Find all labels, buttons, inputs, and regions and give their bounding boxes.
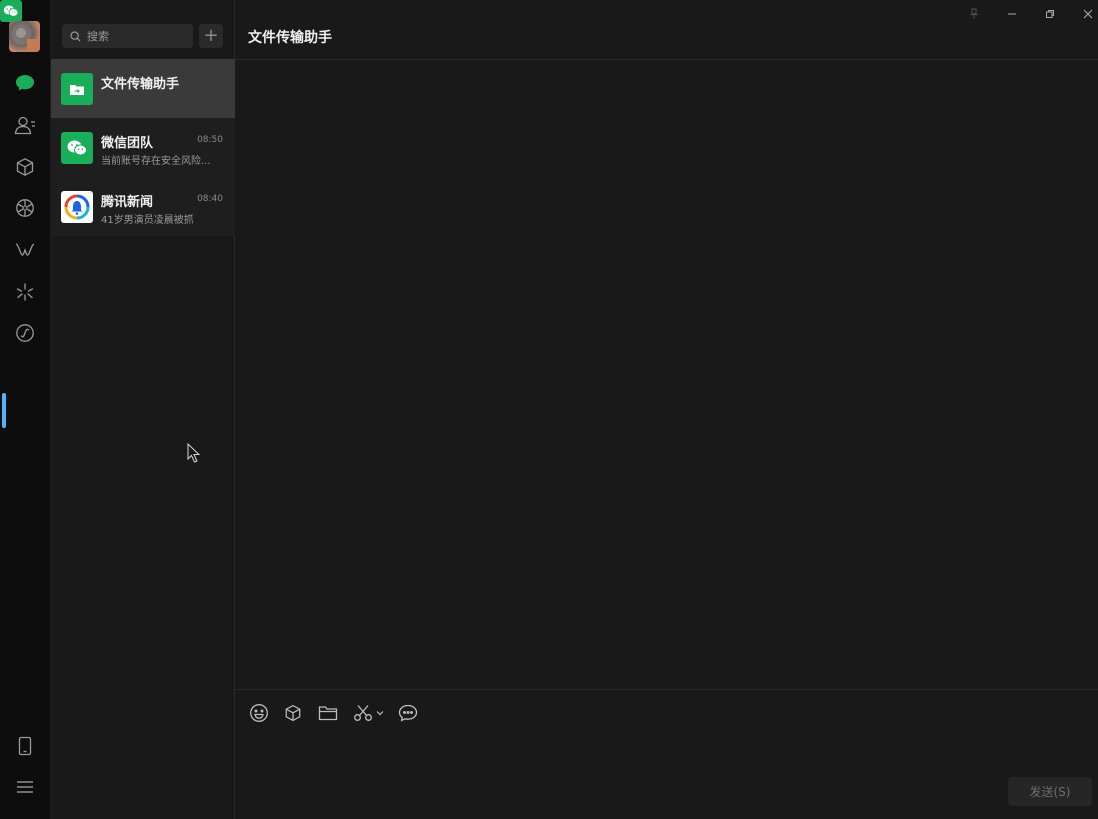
nav-rail xyxy=(0,0,51,819)
conversation-header: 文件传输助手 xyxy=(235,0,1098,60)
minimize-icon[interactable] xyxy=(1002,6,1022,22)
moments-icon[interactable] xyxy=(9,192,41,224)
message-area xyxy=(235,60,1098,689)
send-button[interactable]: 发送(S) xyxy=(1008,777,1092,806)
wechat-icon xyxy=(61,132,93,164)
search-placeholder: 搜索 xyxy=(87,30,109,43)
chats-icon[interactable] xyxy=(9,67,41,99)
emoji-icon[interactable] xyxy=(248,702,270,724)
screenshot-scissors-icon[interactable] xyxy=(352,702,374,724)
add-button[interactable]: + xyxy=(199,24,223,48)
conversation-panel: 文件传输助手 发送(S) xyxy=(235,0,1098,819)
menu-icon[interactable] xyxy=(9,771,41,803)
restore-icon[interactable] xyxy=(1040,6,1060,22)
contacts-icon[interactable] xyxy=(9,109,41,141)
mouse-cursor-icon xyxy=(187,443,201,463)
close-icon[interactable] xyxy=(1078,6,1098,22)
chat-name: 微信团队 xyxy=(101,136,154,151)
tencent-news-icon xyxy=(61,191,93,223)
chat-item-wechat-team[interactable]: 微信团队 08:50 当前账号存在安全风险... xyxy=(51,118,235,177)
search-input[interactable]: 搜索 xyxy=(62,24,193,48)
discover-sparkle-icon[interactable] xyxy=(9,276,41,308)
chat-list-panel: 搜索 + 文件传输助手 微信团队 08:50 当前账号存在安全风险... 腾讯新… xyxy=(51,0,235,819)
user-avatar[interactable] xyxy=(9,21,40,52)
chat-history-icon[interactable] xyxy=(397,702,419,724)
chat-preview: 41岁男演员凌晨被抓 xyxy=(101,215,194,226)
chat-time: 08:40 xyxy=(197,194,223,204)
search-icon xyxy=(70,30,81,41)
chat-preview: 当前账号存在安全风险... xyxy=(101,156,211,167)
conversation-title: 文件传输助手 xyxy=(248,30,332,46)
chat-item-tencent-news[interactable]: 腾讯新闻 08:40 41岁男演员凌晨被抓 xyxy=(51,177,235,236)
chat-time: 08:50 xyxy=(197,135,223,145)
chat-item-file-transfer[interactable]: 文件传输助手 xyxy=(51,59,235,118)
chevron-down-icon[interactable] xyxy=(373,702,387,724)
favorites-box-icon[interactable] xyxy=(282,702,304,724)
plus-icon: + xyxy=(203,25,219,46)
wechat-window: 搜索 + 文件传输助手 微信团队 08:50 当前账号存在安全风险... 腾讯新… xyxy=(0,0,1098,819)
file-transfer-icon xyxy=(61,73,93,105)
folder-icon[interactable] xyxy=(317,702,339,724)
nav-scroll-indicator xyxy=(2,393,6,428)
chat-name: 文件传输助手 xyxy=(101,77,180,92)
pin-icon[interactable] xyxy=(964,6,984,22)
wechat-logo-icon xyxy=(0,0,22,22)
mini-programs-icon[interactable] xyxy=(9,317,41,349)
favorites-box-icon[interactable] xyxy=(9,151,41,183)
chat-name: 腾讯新闻 xyxy=(101,195,154,210)
composer: 发送(S) xyxy=(235,689,1098,819)
channels-icon[interactable] xyxy=(9,234,41,266)
phone-icon[interactable] xyxy=(9,730,41,762)
